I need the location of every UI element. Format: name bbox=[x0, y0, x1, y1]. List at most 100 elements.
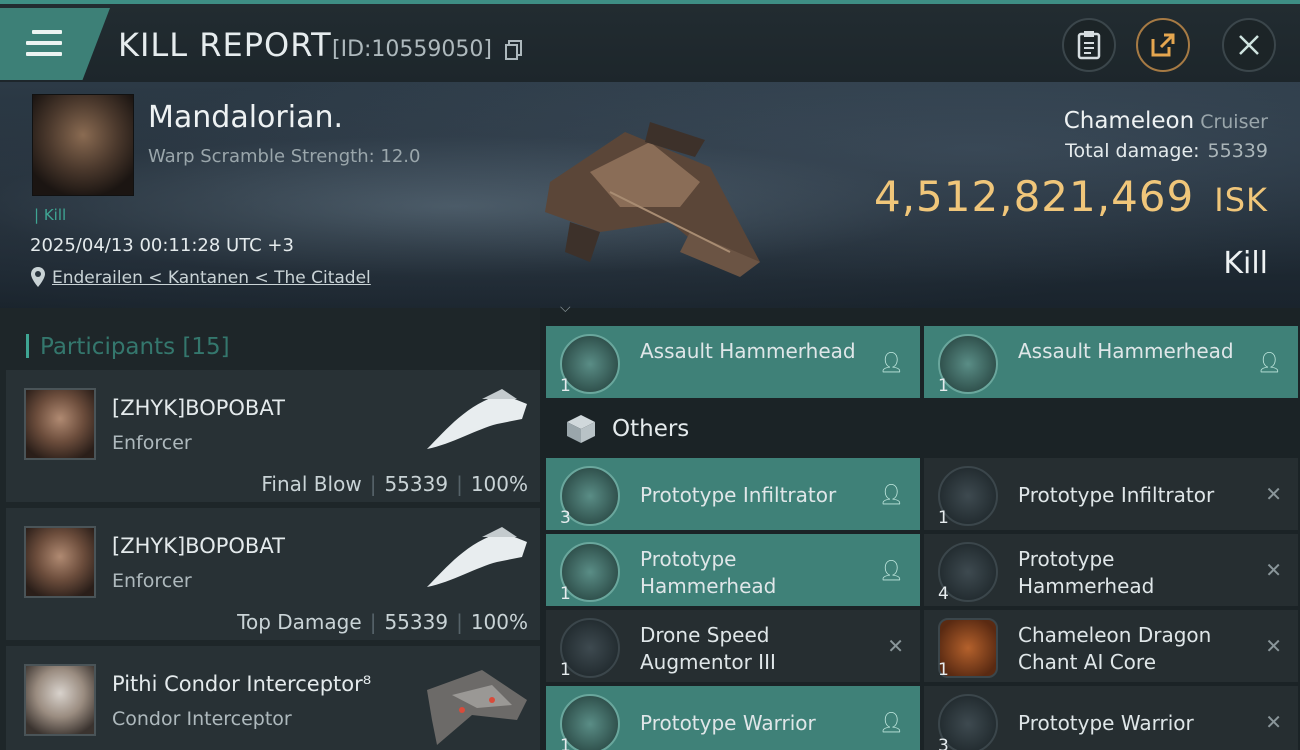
participant-ship: Enforcer bbox=[112, 432, 192, 454]
item-slot[interactable]: 1 Assault Hammerhead 👤︎ bbox=[546, 326, 920, 398]
section-icon-stub: ⌵ bbox=[560, 300, 571, 316]
participant-row[interactable]: [ZHYK]BOPOBAT Enforcer Top Damage | 55339 |… bbox=[6, 508, 540, 640]
dropped-icon: 👤︎ bbox=[878, 350, 904, 374]
section-accent-bar bbox=[26, 334, 29, 358]
kill-id: [ID:10559050] bbox=[332, 37, 492, 62]
participant-ship: Condor Interceptor bbox=[112, 708, 292, 730]
item-name: Prototype Warrior bbox=[640, 711, 816, 735]
isk-unit: ISK bbox=[1214, 181, 1268, 219]
item-quantity: 1 bbox=[938, 660, 949, 680]
ship-class: Cruiser bbox=[1200, 111, 1268, 133]
destroyed-icon: ✕ bbox=[1265, 634, 1282, 658]
participant-row[interactable]: [ZHYK]BOPOBAT Enforcer Final Blow | 55339 |… bbox=[6, 370, 540, 502]
item-slot[interactable]: 1 Chameleon Dragon Chant AI Core ✕ bbox=[924, 610, 1298, 682]
participant-role: Final Blow bbox=[261, 472, 362, 496]
share-button[interactable] bbox=[1136, 18, 1190, 72]
kill-timestamp: 2025/04/13 00:11:28 UTC +3 bbox=[30, 235, 294, 256]
dropped-icon: 👤︎ bbox=[878, 710, 904, 734]
item-name: Assault Hammerhead bbox=[1018, 339, 1234, 363]
menu-icon bbox=[26, 30, 62, 56]
header-bar: KILL REPORT [ID:10559050] bbox=[0, 0, 1300, 82]
close-button[interactable] bbox=[1222, 18, 1276, 72]
participant-avatar[interactable] bbox=[24, 664, 96, 736]
item-slot[interactable]: 3 Prototype Infiltrator 👤︎ bbox=[546, 458, 920, 530]
participant-damage: 55339 bbox=[384, 472, 449, 496]
participant-row[interactable]: Pithi Condor Interceptor⁸ Condor Interce… bbox=[6, 646, 540, 750]
item-quantity: 3 bbox=[560, 508, 571, 528]
item-quantity: 4 bbox=[938, 584, 949, 604]
kill-type: Kill bbox=[1223, 246, 1268, 281]
copy-icon[interactable] bbox=[505, 40, 523, 65]
participant-name: [ZHYK]BOPOBAT bbox=[112, 396, 285, 420]
warp-scramble-strength: Warp Scramble Strength: 12.0 bbox=[148, 146, 421, 167]
participant-ship: Enforcer bbox=[112, 570, 192, 592]
item-name: Drone Speed Augmentor III bbox=[640, 623, 776, 674]
item-quantity: 1 bbox=[560, 660, 571, 680]
ship-name[interactable]: Chameleon bbox=[1064, 108, 1194, 134]
item-name: Prototype Infiltrator bbox=[640, 483, 837, 507]
dropped-icon: 👤︎ bbox=[878, 558, 904, 582]
total-damage-value: 55339 bbox=[1207, 140, 1268, 162]
others-section-header: Others bbox=[560, 408, 1260, 456]
item-name: Prototype Hammerhead bbox=[1018, 547, 1155, 598]
participant-percent: 100% bbox=[470, 472, 528, 496]
item-quantity: 1 bbox=[560, 376, 571, 396]
participant-ship-icon bbox=[427, 527, 527, 587]
clipboard-icon bbox=[1077, 31, 1101, 60]
total-damage: Total damage: 55339 bbox=[1065, 140, 1268, 162]
destroyed-icon: ✕ bbox=[1265, 710, 1282, 734]
victim-ship: Chameleon Cruiser bbox=[1064, 108, 1268, 134]
destroyed-icon: ✕ bbox=[1265, 558, 1282, 582]
kill-tag: | Kill bbox=[34, 206, 67, 224]
total-damage-label: Total damage: bbox=[1065, 140, 1200, 162]
participant-percent: 100% bbox=[470, 610, 528, 634]
cube-icon bbox=[567, 415, 595, 443]
item-slot[interactable]: 3 Prototype Warrior ✕ bbox=[924, 686, 1298, 750]
destroyed-icon: ✕ bbox=[887, 634, 904, 658]
participant-damage: 55339 bbox=[384, 610, 449, 634]
victim-name[interactable]: Mandalorian. bbox=[148, 100, 343, 135]
item-name: Chameleon Dragon Chant AI Core bbox=[1018, 623, 1212, 674]
participant-name: [ZHYK]BOPOBAT bbox=[112, 534, 285, 558]
participant-role: Top Damage bbox=[237, 610, 362, 634]
participant-stats: Final Blow | 55339 | 100% bbox=[261, 472, 528, 496]
item-slot[interactable]: 1 Prototype Hammerhead 👤︎ bbox=[546, 534, 920, 606]
item-quantity: 3 bbox=[938, 736, 949, 750]
participant-ship-icon bbox=[427, 670, 527, 745]
victim-avatar[interactable] bbox=[32, 94, 134, 196]
item-quantity: 1 bbox=[938, 508, 949, 528]
participants-panel: Participants [15] [ZHYK]BOPOBAT Enforcer… bbox=[0, 308, 540, 750]
isk-value: 4,512,821,469 ISK bbox=[874, 172, 1268, 221]
victim-ship-image bbox=[545, 122, 760, 277]
dropped-icon: 👤︎ bbox=[878, 482, 904, 506]
share-icon bbox=[1151, 33, 1175, 57]
item-slot[interactable]: 4 Prototype Hammerhead ✕ bbox=[924, 534, 1298, 606]
dropped-icon: 👤︎ bbox=[1256, 350, 1282, 374]
menu-button[interactable] bbox=[0, 8, 110, 80]
item-name: Assault Hammerhead bbox=[640, 339, 856, 363]
participants-label: Participants [15] bbox=[40, 334, 230, 360]
participant-ship-icon bbox=[427, 389, 527, 449]
victim-summary: Mandalorian. Warp Scramble Strength: 12.… bbox=[0, 82, 1300, 308]
page-title: KILL REPORT bbox=[118, 26, 332, 64]
location-pin-icon bbox=[30, 266, 46, 292]
participant-avatar[interactable] bbox=[24, 388, 96, 460]
item-slot[interactable]: 1 Prototype Infiltrator ✕ bbox=[924, 458, 1298, 530]
participant-avatar[interactable] bbox=[24, 526, 96, 598]
item-quantity: 1 bbox=[560, 584, 571, 604]
item-name: Prototype Infiltrator bbox=[1018, 483, 1215, 507]
item-quantity: 1 bbox=[938, 376, 949, 396]
destroyed-icon: ✕ bbox=[1265, 482, 1282, 506]
participants-header: Participants [15] bbox=[0, 318, 540, 374]
item-quantity: 1 bbox=[560, 736, 571, 750]
item-slot[interactable]: 1 Prototype Warrior 👤︎ bbox=[546, 686, 920, 750]
participant-stats: Top Damage | 55339 | 100% bbox=[237, 610, 528, 634]
isk-amount: 4,512,821,469 bbox=[873, 172, 1195, 221]
location-link[interactable]: Enderailen < Kantanen < The Citadel bbox=[52, 268, 371, 288]
item-name: Prototype Hammerhead bbox=[640, 547, 777, 598]
item-slot[interactable]: 1 Assault Hammerhead 👤︎ bbox=[924, 326, 1298, 398]
item-slot[interactable]: 1 Drone Speed Augmentor III ✕ bbox=[546, 610, 920, 682]
others-label: Others bbox=[612, 416, 690, 442]
clipboard-button[interactable] bbox=[1062, 18, 1116, 72]
item-name: Prototype Warrior bbox=[1018, 711, 1194, 735]
